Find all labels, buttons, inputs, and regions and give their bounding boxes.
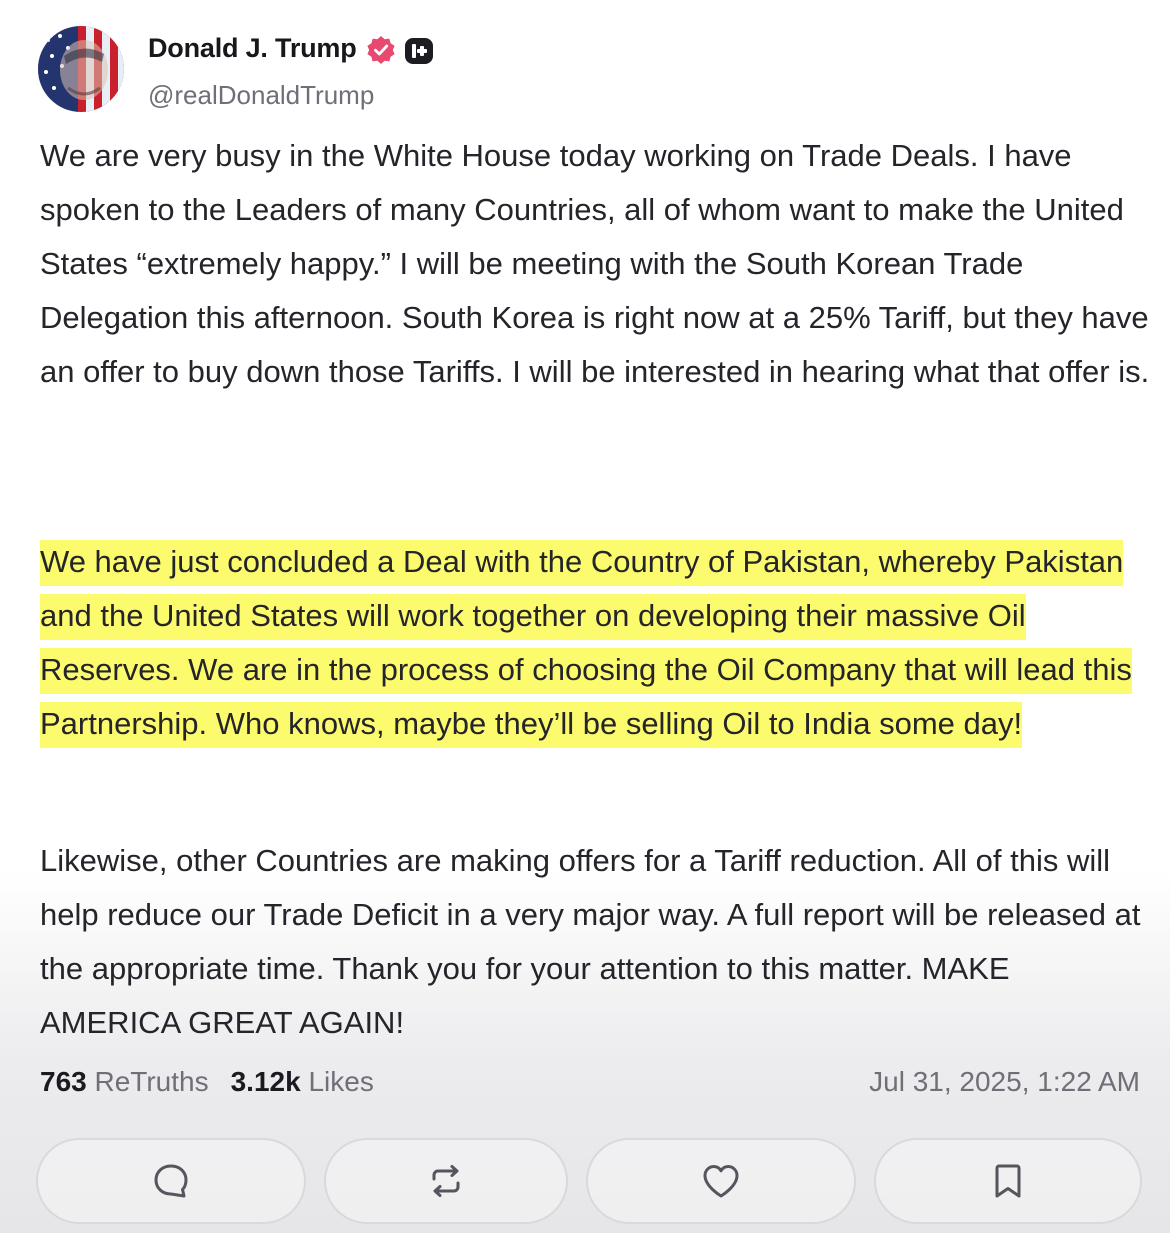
avatar[interactable] bbox=[38, 26, 124, 112]
post-timestamp[interactable]: Jul 31, 2025, 1:22 AM bbox=[869, 1066, 1140, 1098]
retruths-label[interactable]: ReTruths bbox=[95, 1066, 209, 1097]
retruths-count[interactable]: 763 bbox=[40, 1066, 87, 1097]
post-paragraph-1: We are very busy in the White House toda… bbox=[40, 138, 1150, 389]
reply-icon bbox=[151, 1161, 191, 1201]
retruth-button[interactable] bbox=[324, 1138, 568, 1224]
author-handle[interactable]: @realDonaldTrump bbox=[148, 80, 374, 111]
post-paragraph-2: We have just concluded a Deal with the C… bbox=[40, 535, 1150, 751]
post-paragraph-3: Likewise, other Countries are making off… bbox=[40, 843, 1141, 1040]
reply-button[interactable] bbox=[36, 1138, 306, 1224]
post-card: Donald J. Trump @realDonaldTrump We are … bbox=[0, 0, 1170, 1233]
author-name[interactable]: Donald J. Trump bbox=[148, 33, 357, 64]
bookmark-button[interactable] bbox=[874, 1138, 1142, 1224]
verified-badge-icon bbox=[366, 35, 396, 65]
retruth-icon bbox=[426, 1161, 466, 1201]
like-button[interactable] bbox=[586, 1138, 856, 1224]
bookmark-icon bbox=[990, 1161, 1026, 1201]
heart-icon bbox=[700, 1161, 742, 1201]
likes-label[interactable]: Likes bbox=[308, 1066, 373, 1097]
truth-plus-icon bbox=[404, 37, 434, 65]
highlighted-text: We have just concluded a Deal with the C… bbox=[40, 540, 1132, 748]
post-stats: 763 ReTruths 3.12k Likes bbox=[40, 1066, 374, 1098]
likes-count[interactable]: 3.12k bbox=[231, 1066, 301, 1097]
